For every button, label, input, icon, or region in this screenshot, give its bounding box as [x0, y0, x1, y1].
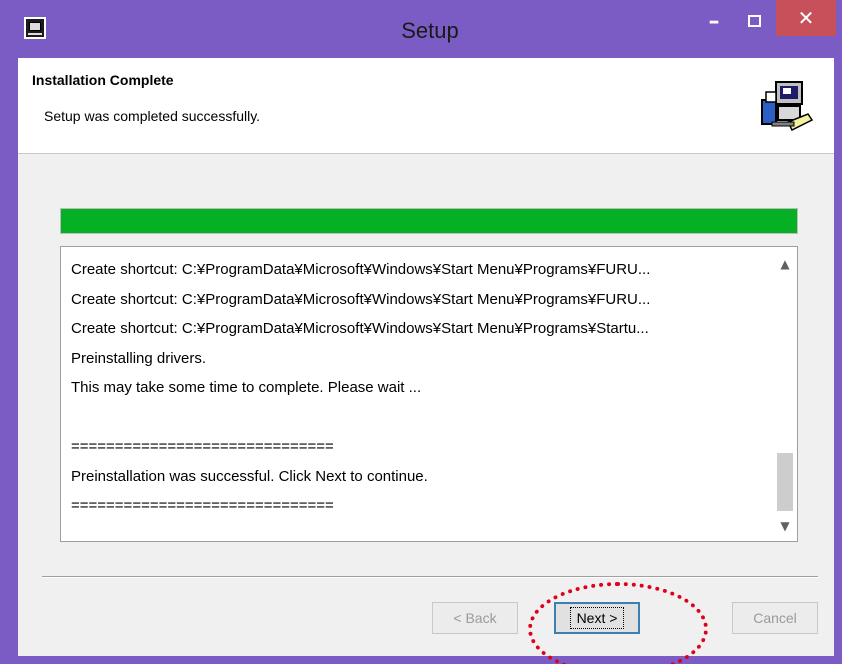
log-lines: Create shortcut: C:¥ProgramData¥Microsof… [71, 255, 765, 521]
maximize-button[interactable] [736, 6, 772, 36]
log-line: Create shortcut: C:¥ProgramData¥Microsof… [71, 290, 651, 308]
page-heading: Installation Complete [32, 72, 174, 88]
close-button[interactable]: ✕ [776, 0, 836, 36]
back-button[interactable]: < Back [432, 602, 518, 634]
divider [42, 576, 818, 578]
install-log-box[interactable]: Create shortcut: C:¥ProgramData¥Microsof… [60, 246, 798, 542]
log-line: ============================== [71, 438, 334, 455]
title-bar[interactable]: Setup – ✕ [0, 0, 842, 58]
wizard-client-area: Installation Complete Setup was complete… [18, 58, 834, 656]
cancel-button[interactable]: Cancel [732, 602, 818, 634]
page-subheading: Setup was completed successfully. [44, 108, 261, 124]
log-line: Create shortcut: C:¥ProgramData¥Microsof… [71, 320, 649, 337]
vertical-scrollbar[interactable]: ▲ ▼ [773, 247, 797, 541]
log-line: Preinstallation was successful. Click Ne… [71, 467, 428, 485]
scroll-down-icon[interactable]: ▼ [773, 515, 797, 537]
progress-fill [61, 209, 797, 233]
progress-bar [60, 208, 798, 234]
minimize-icon: – [708, 8, 720, 34]
maximize-icon [747, 15, 761, 27]
close-icon: ✕ [797, 6, 815, 30]
log-line: This may take some time to complete. Ple… [71, 379, 422, 396]
log-line: Create shortcut: C:¥ProgramData¥Microsof… [71, 261, 651, 278]
scroll-thumb[interactable] [777, 453, 793, 511]
scroll-up-icon[interactable]: ▲ [773, 253, 797, 275]
back-button-label: < Back [453, 610, 497, 626]
setup-window: Setup – ✕ Installation Complete Setup wa… [0, 0, 842, 664]
log-line: ============================== [71, 497, 334, 514]
log-line: Preinstalling drivers. [71, 349, 207, 367]
minimize-button[interactable]: – [696, 6, 732, 36]
computer-setup-icon [761, 81, 814, 132]
wizard-header: Installation Complete Setup was complete… [18, 58, 834, 154]
cancel-button-label: Cancel [753, 610, 797, 626]
